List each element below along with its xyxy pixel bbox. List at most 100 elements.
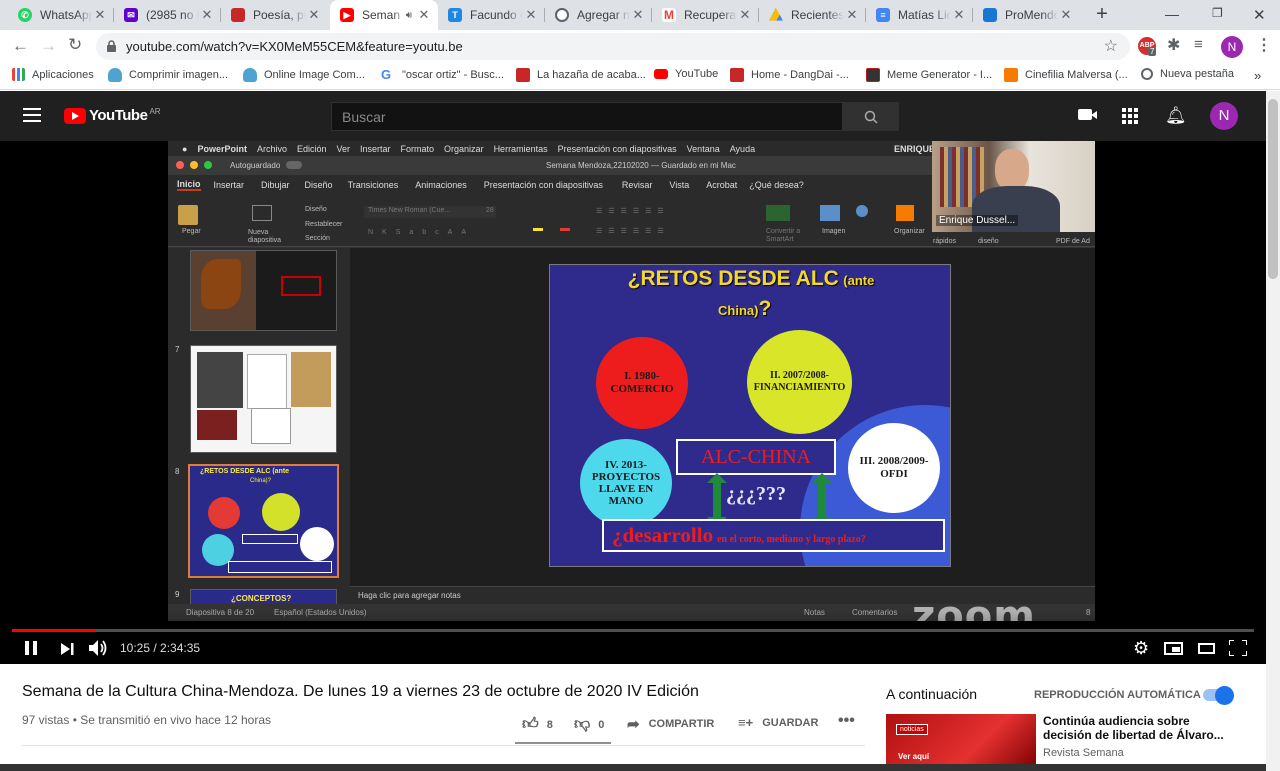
bookmark-nueva[interactable]: Nueva pestaña xyxy=(1141,68,1234,80)
close-window-button[interactable]: ✕ xyxy=(1253,6,1266,24)
miniplayer-button[interactable] xyxy=(1164,642,1183,655)
theater-mode-button[interactable] xyxy=(1198,643,1215,654)
cloud-icon xyxy=(108,68,122,82)
page-icon xyxy=(730,68,744,82)
apps-grid-icon[interactable] xyxy=(1122,108,1138,124)
drive-icon xyxy=(769,8,783,21)
restore-button[interactable]: ❐ xyxy=(1212,6,1223,20)
tab-mail[interactable]: ✉ (2985 no le ✕ xyxy=(114,0,221,30)
bookmarks-bar: Aplicaciones Comprimir imagen... Online … xyxy=(0,63,1280,90)
new-tab-button[interactable]: + xyxy=(1092,4,1112,25)
profile-avatar[interactable]: N xyxy=(1221,36,1243,58)
close-icon[interactable]: ✕ xyxy=(844,7,860,23)
next-video-title[interactable]: Continúa audiencia sobre decisión de lib… xyxy=(1043,714,1233,742)
highlight-color-icon xyxy=(533,228,543,231)
tab-title: Seman xyxy=(362,8,401,22)
like-ratio-bar xyxy=(515,742,611,744)
tab-agregar[interactable]: Agregar nu ✕ xyxy=(545,0,652,30)
page-icon xyxy=(231,8,245,22)
close-icon[interactable]: ✕ xyxy=(92,7,108,23)
close-icon[interactable]: ✕ xyxy=(416,7,432,23)
bookmark-label: La hazaña de acaba... xyxy=(537,69,646,81)
up-next-heading: A continuación xyxy=(886,686,978,702)
question-marks: ¿¿¿??? xyxy=(726,483,786,505)
tab-docs[interactable]: ≡ Matías Lio ✕ xyxy=(866,0,973,30)
close-icon[interactable]: ✕ xyxy=(1058,7,1074,23)
bookmark-google-search[interactable]: G "oscar ortiz" - Busc... xyxy=(381,68,504,82)
page-icon xyxy=(866,68,880,82)
user-avatar[interactable]: N xyxy=(1210,102,1238,130)
settings-gear-icon[interactable]: ⚙ xyxy=(1133,638,1149,659)
ribbon-label: Diseño xyxy=(305,206,327,213)
dislike-button[interactable]: 👎︎ 0 xyxy=(574,715,604,734)
volume-button[interactable] xyxy=(89,639,109,662)
more-actions-button[interactable]: ••• xyxy=(838,712,855,730)
address-bar[interactable]: youtube.com/watch?v=KX0MeM55CEM&feature=… xyxy=(96,33,1130,60)
bookmark-youtube[interactable]: YouTube xyxy=(654,68,718,80)
autoplay-toggle[interactable] xyxy=(1203,686,1234,705)
create-video-icon[interactable] xyxy=(1078,109,1097,120)
next-button[interactable] xyxy=(61,642,75,660)
next-video-thumbnail[interactable]: noticias Ver aquí xyxy=(886,714,1036,771)
back-button[interactable]: ← xyxy=(12,36,29,56)
mail-icon: ✉ xyxy=(124,8,138,22)
tab-promendo[interactable]: ProMendo ✕ xyxy=(973,0,1080,30)
menu-item: Herramientas xyxy=(493,143,548,154)
notifications-bell-icon[interactable]: 🔔︎ xyxy=(1165,106,1187,126)
search-input[interactable]: Buscar xyxy=(331,102,843,131)
youtube-logo[interactable]: YouTube AR xyxy=(64,107,161,124)
google-icon: G xyxy=(381,67,392,82)
slide-title-china: China) xyxy=(718,303,759,318)
menu-kebab-icon[interactable]: ⋮ xyxy=(1256,35,1272,55)
media-queue-icon[interactable]: ≡ xyxy=(1194,36,1203,53)
taskbar-edge xyxy=(0,764,1266,771)
pause-button[interactable] xyxy=(25,641,37,655)
bookmark-star-icon[interactable]: ☆ xyxy=(1104,36,1118,56)
next-video-channel[interactable]: Revista Semana xyxy=(1043,747,1124,759)
ribbon-tab: Presentación con diapositivas xyxy=(483,180,603,190)
next-icon xyxy=(61,643,74,655)
share-button[interactable]: ➦ COMPARTIR xyxy=(627,715,714,733)
tab-youtube-active[interactable]: ▶ Seman 🔊︎ ✕ xyxy=(330,0,438,30)
tab-whatsapp[interactable]: ✆ WhatsApp ✕ xyxy=(8,0,114,30)
extensions-puzzle-icon[interactable]: ✱ xyxy=(1167,35,1180,55)
speaker-icon[interactable]: 🔊︎ xyxy=(406,10,412,21)
bookmarks-overflow-button[interactable]: » xyxy=(1254,68,1261,83)
close-icon[interactable]: ✕ xyxy=(306,7,322,23)
fullscreen-button[interactable] xyxy=(1228,639,1248,661)
close-icon[interactable]: ✕ xyxy=(630,7,646,23)
bookmark-label: "oscar ortiz" - Busc... xyxy=(402,69,504,81)
tab-facundo[interactable]: T Facundo e ✕ xyxy=(438,0,545,30)
save-button[interactable]: ≡+ GUARDAR xyxy=(738,715,818,730)
bookmark-cinefilia[interactable]: Cinefilia Malversa (... xyxy=(1004,68,1128,82)
logo-text: YouTube xyxy=(89,107,148,124)
bookmark-comprimir[interactable]: Comprimir imagen... xyxy=(108,68,228,82)
search-button[interactable] xyxy=(843,102,899,131)
reload-button[interactable]: ↻ xyxy=(68,35,82,55)
presenter-name: ENRIQUE xyxy=(894,143,936,154)
bookmark-online-image[interactable]: Online Image Com... xyxy=(243,68,365,82)
tab-drive[interactable]: Recientes - ✕ xyxy=(759,0,866,30)
volume-icon xyxy=(89,640,107,656)
bookmark-meme[interactable]: Meme Generator - I... xyxy=(866,68,992,82)
close-icon[interactable]: ✕ xyxy=(737,7,753,23)
hamburger-menu-icon[interactable] xyxy=(23,108,41,122)
close-icon[interactable]: ✕ xyxy=(523,7,539,23)
format-buttons: NKSabcAA xyxy=(368,229,476,236)
scrollbar-thumb[interactable] xyxy=(1268,99,1278,279)
bookmark-apps[interactable]: Aplicaciones xyxy=(12,68,94,81)
close-icon[interactable]: ✕ xyxy=(199,7,215,23)
like-button[interactable]: 👍︎ 8 xyxy=(522,715,553,734)
ribbon-label: Sección xyxy=(305,235,330,242)
tab-gmail[interactable]: M Recuperac ✕ xyxy=(652,0,759,30)
bookmark-hazana[interactable]: La hazaña de acaba... xyxy=(516,68,646,82)
minimize-button[interactable]: — xyxy=(1165,6,1179,22)
bookmark-dangdai[interactable]: Home - DangDai -... xyxy=(730,68,849,82)
forward-button[interactable]: → xyxy=(40,36,57,56)
bookmark-label: Cinefilia Malversa (... xyxy=(1025,69,1128,81)
slide-title: ¿RETOS DESDE ALC (ante xyxy=(550,265,950,291)
video-player[interactable]: ● PowerPoint Archivo Edición Ver Inserta… xyxy=(0,141,1266,664)
page-scrollbar[interactable] xyxy=(1266,91,1280,771)
tab-poesia[interactable]: Poesía, pin ✕ xyxy=(221,0,328,30)
close-icon[interactable]: ✕ xyxy=(951,7,967,23)
